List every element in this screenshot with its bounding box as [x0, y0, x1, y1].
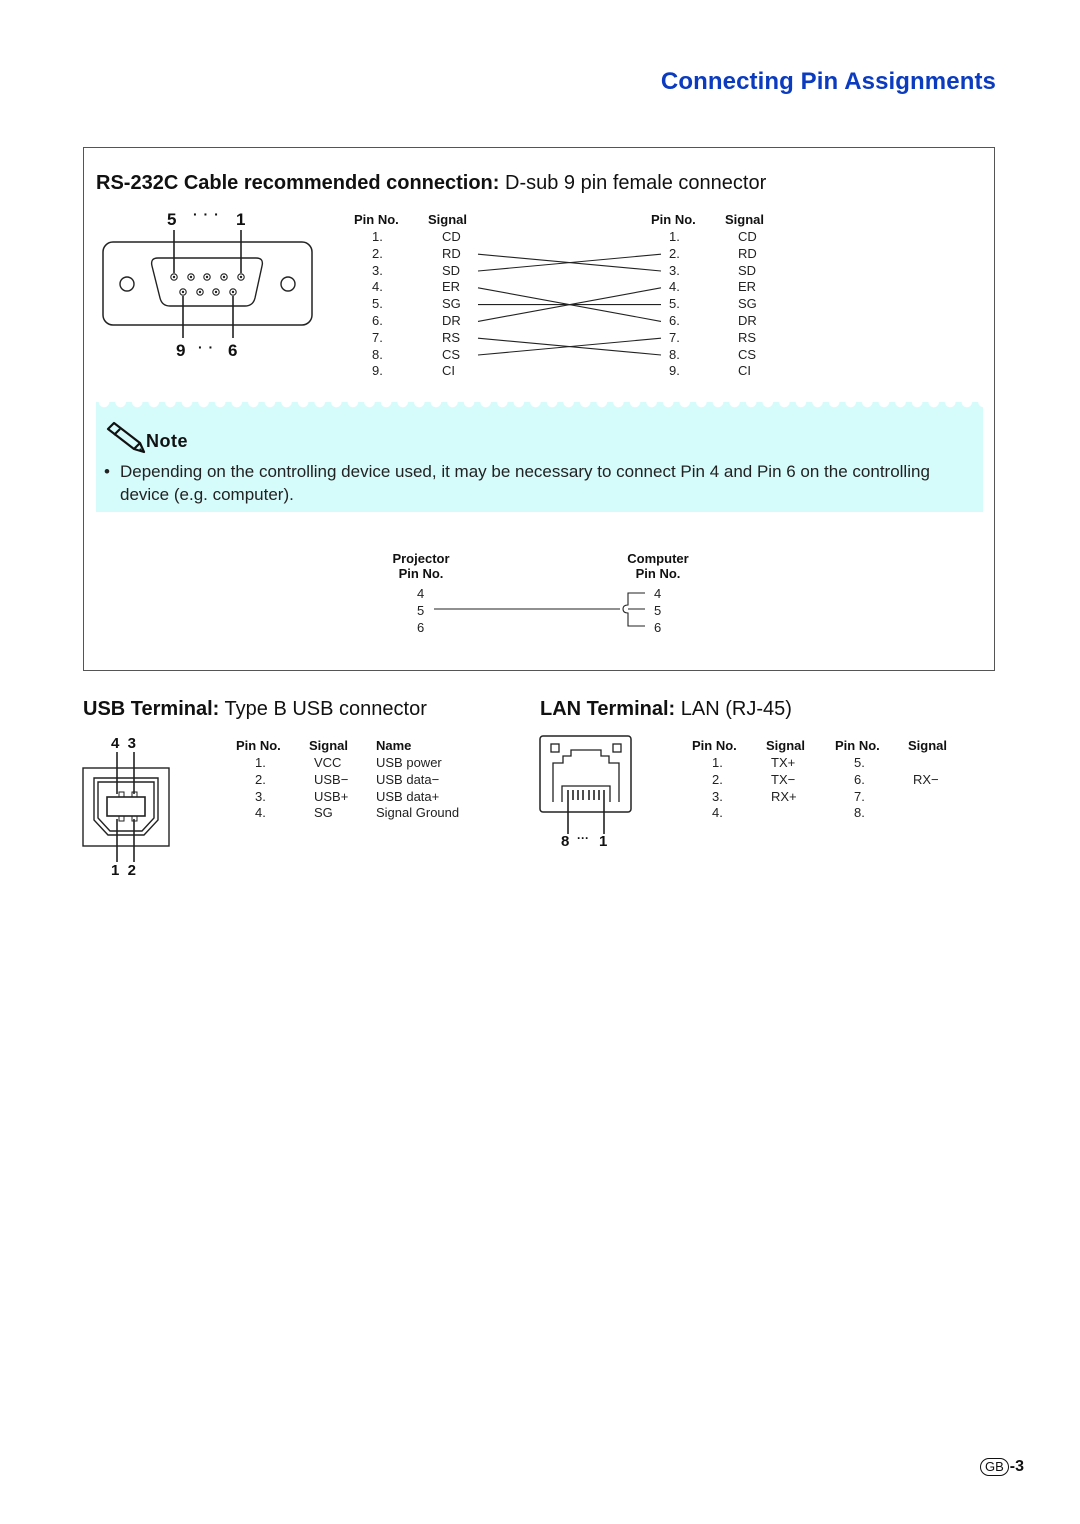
usb-name-cell: Signal Ground — [376, 805, 460, 821]
loopback-computer-header: Computer Pin No. — [620, 551, 696, 581]
loopback-projector-pins: 4 5 6 — [417, 586, 424, 636]
loopback-computer-pin: 4 — [654, 586, 662, 601]
lan-header-pin-b: Pin No. — [835, 738, 880, 753]
usb-header-pin: Pin No. — [236, 738, 281, 753]
usb-pin-label-bottom: 1 2 — [111, 862, 137, 879]
lan-pin-cell: 3. — [712, 788, 723, 804]
usb-heading-normal: Type B USB connector — [219, 698, 427, 720]
rs232-wiring-diagram — [477, 253, 662, 356]
lan-heading-normal: LAN (RJ-45) — [675, 698, 792, 720]
usb-name-cell: USB data− — [376, 771, 440, 787]
lan-signal-cell: TX+ — [771, 755, 796, 770]
usb-signal-cell: USB+ — [314, 788, 349, 804]
lan-pin-cell: 2. — [712, 771, 723, 787]
loopback-projector-pin: 6 — [417, 619, 425, 635]
usb-signal-column: VCC USB− USB+ SG — [314, 755, 348, 822]
loopback-projector-pin: 5 — [417, 602, 425, 618]
rj45-connector-icon — [539, 735, 632, 834]
loopback-wiring-diagram — [434, 592, 645, 627]
lan-signal-cell — [771, 805, 797, 822]
lan-pin-cell: 5. — [854, 755, 865, 770]
lan-header-signal-b: Signal — [908, 738, 948, 753]
loopback-computer-pin: 6 — [654, 619, 662, 635]
note-title: Note — [146, 431, 188, 451]
usb-pin-cell: 4. — [255, 805, 266, 821]
usb-pin-column: 1. 2. 3. 4. — [255, 755, 266, 822]
lan-heading: LAN Terminal: LAN (RJ-45) — [540, 698, 792, 721]
lan-pin-cell: 4. — [712, 805, 723, 821]
lan-pin-label-1: 1 — [599, 833, 608, 850]
usb-heading-bold: USB Terminal: — [83, 698, 220, 720]
note-scalloped-edge — [96, 402, 983, 410]
usb-pin-cell: 2. — [255, 771, 266, 787]
usb-name-column: USB power USB data− USB data+ Signal Ground — [376, 755, 459, 822]
lan-pin-cell: 8. — [854, 805, 865, 821]
page-number: GB -3 — [979, 1458, 1024, 1476]
region-badge: GB — [979, 1458, 1009, 1476]
loopback-projector-header-line1: Projector — [392, 551, 450, 566]
note-body: • Depending on the controlling device us… — [104, 460, 944, 506]
loopback-computer-pins: 4 5 6 — [654, 586, 661, 636]
loopback-projector-pin: 4 — [417, 586, 425, 601]
lan-signal-cell: TX− — [771, 771, 796, 787]
note-text: Depending on the controlling device used… — [120, 462, 930, 504]
usb-pin-cell: 1. — [255, 755, 266, 770]
usb-pin-label-top: 4 3 — [111, 735, 137, 752]
usb-signal-cell: SG — [314, 805, 333, 821]
usb-name-cell: USB data+ — [376, 788, 440, 804]
loopback-projector-header-line2: Pin No. — [398, 566, 444, 581]
lan-pin-column-a: 1. 2. 3. 4. — [712, 755, 723, 822]
lan-pin-column-b: 5. 6. 7. 8. — [854, 755, 865, 822]
page-number-value: -3 — [1009, 1458, 1024, 1475]
lan-pin-cell: 7. — [854, 788, 865, 804]
lan-pin-cell: 1. — [712, 755, 723, 770]
usb-pin-cell: 3. — [255, 788, 266, 804]
lan-signal-column-b: RX− — [913, 755, 939, 822]
lan-pin-label-dots: ··· — [577, 831, 589, 845]
lan-signal-cell — [913, 805, 939, 822]
usb-type-b-connector-icon — [82, 752, 170, 862]
loopback-projector-header: Projector Pin No. — [388, 551, 454, 581]
usb-name-cell: USB power — [376, 755, 442, 770]
usb-heading: USB Terminal: Type B USB connector — [83, 698, 427, 721]
usb-signal-cell: VCC — [314, 755, 342, 770]
lan-signal-cell — [913, 755, 939, 772]
loopback-computer-pin: 5 — [654, 602, 662, 618]
pencil-icon — [106, 421, 146, 454]
usb-header-name: Name — [376, 738, 412, 753]
loopback-computer-header-line2: Pin No. — [635, 566, 681, 581]
lan-signal-cell — [913, 789, 939, 806]
lan-signal-column-a: TX+ TX− RX+ — [771, 755, 797, 822]
usb-signal-cell: USB− — [314, 771, 349, 787]
note-bullet: • — [104, 462, 110, 481]
lan-pin-cell: 6. — [854, 771, 865, 787]
lan-header-signal-a: Signal — [766, 738, 806, 753]
lan-pin-label-8: 8 — [561, 833, 570, 850]
lan-heading-bold: LAN Terminal: — [540, 698, 676, 720]
loopback-computer-header-line1: Computer — [627, 551, 689, 566]
usb-header-signal: Signal — [309, 738, 349, 753]
lan-signal-cell: RX− — [913, 771, 939, 787]
lan-header-pin-a: Pin No. — [692, 738, 737, 753]
lan-signal-cell: RX+ — [771, 788, 797, 804]
